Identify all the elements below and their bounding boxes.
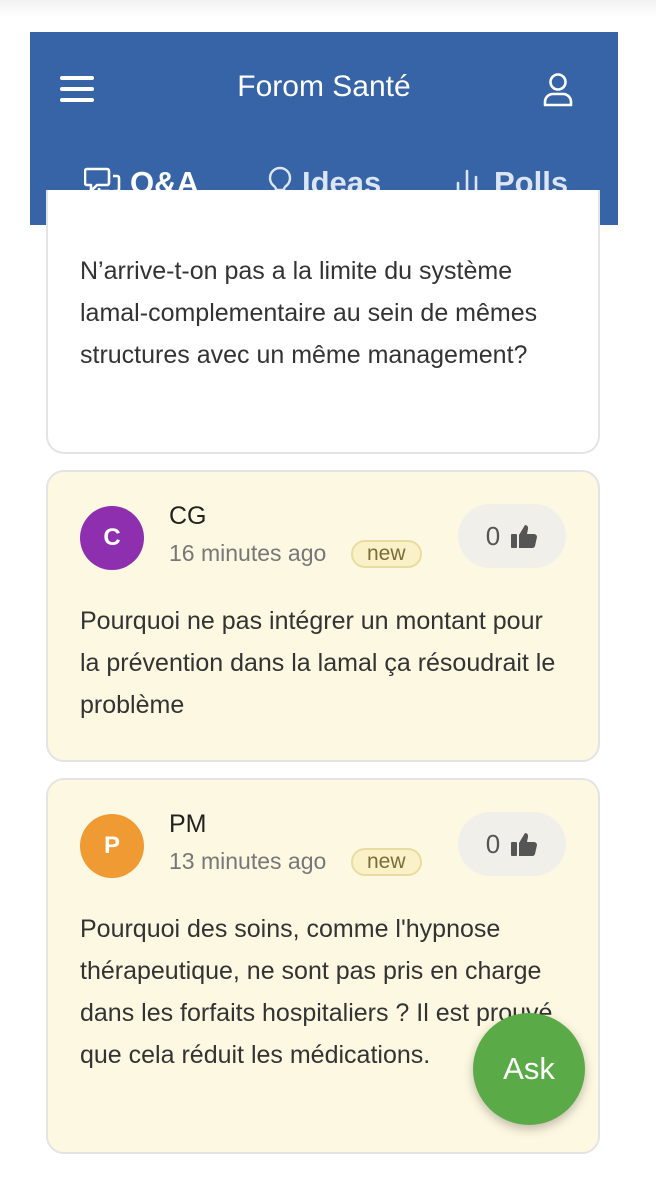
vote-count: 0 [485, 520, 501, 551]
post-time: 16 minutes ago [169, 540, 327, 566]
upvote-button[interactable]: 0 [458, 812, 566, 876]
question-card[interactable]: C CG 16 minutes ago new 0 Pourquoi ne pa… [46, 470, 600, 762]
author-name: CG [169, 502, 207, 530]
post-time: 13 minutes ago [169, 848, 327, 874]
new-badge: new [351, 540, 422, 568]
avatar: C [80, 506, 144, 570]
app-title: Forom Santé [237, 70, 411, 103]
thumbs-up-icon [511, 525, 538, 549]
question-text: Pourquoi ne pas intégrer un montant pour… [80, 607, 556, 719]
thumbs-up-icon [511, 833, 538, 857]
ask-button[interactable]: Ask [473, 1013, 585, 1125]
profile-button[interactable] [542, 72, 574, 108]
new-badge: new [351, 848, 422, 876]
user-icon [543, 73, 573, 107]
author-name: PM [169, 810, 207, 838]
upvote-button[interactable]: 0 [458, 504, 566, 568]
question-card[interactable]: N’arrive-t-on pas a la limite du système… [46, 190, 600, 454]
status-bar-shadow [0, 0, 656, 18]
avatar: P [80, 814, 144, 878]
question-text: N’arrive-t-on pas a la limite du système… [80, 257, 538, 369]
vote-count: 0 [485, 828, 501, 859]
